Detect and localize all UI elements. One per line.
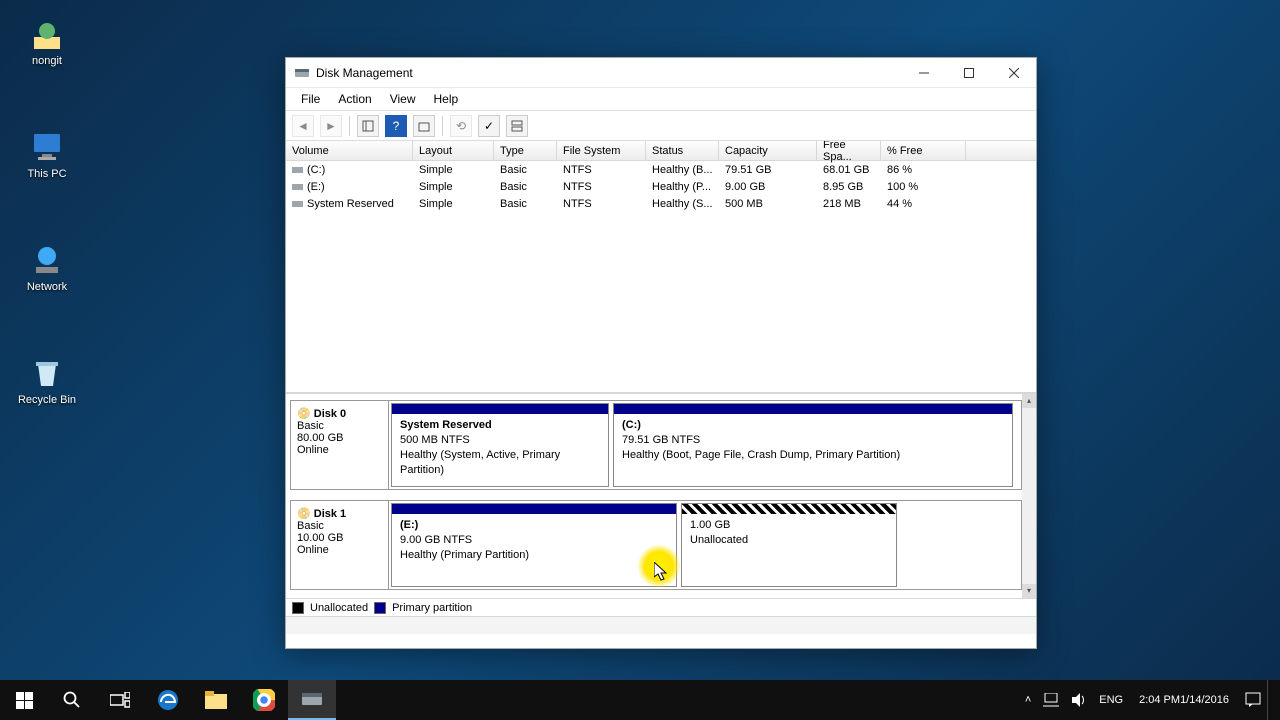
minimize-button[interactable] [901, 58, 946, 87]
menu-view[interactable]: View [381, 89, 425, 109]
toolbar: ◄ ► ? ⟲ ✓ [286, 111, 1036, 141]
forward-button: ► [320, 115, 342, 137]
desktop-icon-nongit[interactable]: nongit [12, 17, 82, 67]
taskbar[interactable]: ˄ ENG 2:04 PM1/14/2016 [0, 680, 1280, 720]
disk-block[interactable]: 📀 Disk 0Basic80.00 GBOnlineSystem Reserv… [290, 400, 1022, 490]
view-button[interactable] [506, 115, 528, 137]
column-header[interactable]: Status [646, 141, 719, 160]
refresh-button: ⟲ [450, 115, 472, 137]
maximize-button[interactable] [946, 58, 991, 87]
column-header[interactable]: Volume [286, 141, 413, 160]
help-button[interactable]: ? [385, 115, 407, 137]
partition[interactable]: 1.00 GBUnallocated [681, 503, 897, 587]
title-bar[interactable]: Disk Management [286, 58, 1036, 88]
disk-info: 📀 Disk 0Basic80.00 GBOnline [291, 401, 389, 489]
taskbar-edge-icon[interactable] [144, 680, 192, 720]
column-header[interactable]: Capacity [719, 141, 817, 160]
legend-swatch-primary [374, 602, 386, 614]
taskbar-diskmgmt-icon[interactable] [288, 680, 336, 720]
partition[interactable]: (E:)9.00 GB NTFSHealthy (Primary Partiti… [391, 503, 677, 587]
column-header[interactable]: Free Spa... [817, 141, 881, 160]
scrollbar-vertical[interactable]: ▴▾ [1022, 394, 1036, 598]
legend: Unallocated Primary partition [286, 598, 1036, 616]
search-button[interactable] [48, 680, 96, 720]
tray-notifications-icon[interactable] [1239, 680, 1267, 720]
show-desktop-button[interactable] [1267, 680, 1280, 720]
disk-info: 📀 Disk 1Basic10.00 GBOnline [291, 501, 389, 589]
back-button: ◄ [292, 115, 314, 137]
disk-management-window[interactable]: Disk Management FileActionViewHelp ◄ ► ?… [285, 57, 1037, 649]
desktop-icon-recycle-bin[interactable]: Recycle Bin [12, 356, 82, 406]
legend-label-primary: Primary partition [392, 602, 472, 614]
disk-block[interactable]: 📀 Disk 1Basic10.00 GBOnline(E:)9.00 GB N… [290, 500, 1022, 590]
status-bar [286, 616, 1036, 634]
tray-language[interactable]: ENG [1093, 680, 1129, 720]
window-title: Disk Management [316, 66, 901, 80]
task-view-button[interactable] [96, 680, 144, 720]
start-button[interactable] [0, 680, 48, 720]
partition[interactable]: (C:)79.51 GB NTFSHealthy (Boot, Page Fil… [613, 403, 1013, 487]
column-headers[interactable]: VolumeLayoutTypeFile SystemStatusCapacit… [286, 141, 1036, 161]
tray-clock[interactable]: 2:04 PM1/14/2016 [1129, 680, 1239, 720]
disk-graphic-pane[interactable]: 📀 Disk 0Basic80.00 GBOnlineSystem Reserv… [286, 394, 1036, 598]
menu-file[interactable]: File [292, 89, 329, 109]
taskbar-explorer-icon[interactable] [192, 680, 240, 720]
column-header[interactable]: % Free [881, 141, 966, 160]
column-header[interactable]: Type [494, 141, 557, 160]
tray-volume-icon[interactable] [1065, 680, 1093, 720]
show-hide-tree-button[interactable] [357, 115, 379, 137]
legend-label-unallocated: Unallocated [310, 602, 368, 614]
volume-row[interactable]: (C:)SimpleBasicNTFSHealthy (B...79.51 GB… [286, 161, 1036, 178]
taskbar-chrome-icon[interactable] [240, 680, 288, 720]
system-tray[interactable]: ˄ ENG 2:04 PM1/14/2016 [1019, 680, 1280, 720]
column-header[interactable]: File System [557, 141, 646, 160]
desktop-icon-this-pc[interactable]: This PC [12, 130, 82, 180]
legend-swatch-unallocated [292, 602, 304, 614]
tray-network-icon[interactable] [1037, 680, 1065, 720]
volume-row[interactable]: (E:)SimpleBasicNTFSHealthy (P...9.00 GB8… [286, 178, 1036, 195]
column-header[interactable]: Layout [413, 141, 494, 160]
menu-help[interactable]: Help [425, 89, 468, 109]
properties-button[interactable] [413, 115, 435, 137]
volume-row[interactable]: System ReservedSimpleBasicNTFSHealthy (S… [286, 195, 1036, 212]
desktop-icon-network[interactable]: Network [12, 243, 82, 293]
volume-list-pane[interactable]: VolumeLayoutTypeFile SystemStatusCapacit… [286, 141, 1036, 394]
tray-chevron-icon[interactable]: ˄ [1019, 680, 1037, 720]
menu-bar: FileActionViewHelp [286, 88, 1036, 111]
app-icon [294, 65, 310, 81]
close-button[interactable] [991, 58, 1036, 87]
settings-button[interactable]: ✓ [478, 115, 500, 137]
menu-action[interactable]: Action [329, 89, 380, 109]
partition[interactable]: System Reserved500 MB NTFSHealthy (Syste… [391, 403, 609, 487]
